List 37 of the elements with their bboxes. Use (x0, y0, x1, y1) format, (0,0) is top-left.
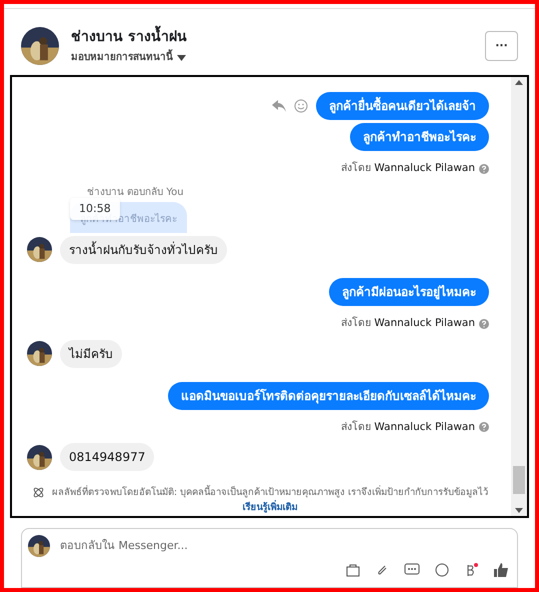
avatar-icon (21, 27, 59, 65)
reply-field[interactable]: ตอบกลับใน Messenger... (60, 538, 511, 555)
reply-label: ช่างบาน ตอบกลับ You (86, 186, 185, 200)
bag-icon[interactable] (346, 563, 360, 578)
avatar-icon (27, 444, 52, 470)
help-icon[interactable] (479, 164, 489, 174)
sender-label: ส่งโดย Wannaluck Pilawan (340, 161, 475, 176)
avatar-icon (27, 341, 52, 366)
contact-name: ช่างบาน รางน้ำฝน (71, 27, 485, 48)
message-bubble: 0814948977 (60, 443, 154, 472)
sender-label: ส่งโดย Wannaluck Pilawan (340, 316, 475, 331)
reply-icon[interactable] (272, 100, 286, 112)
reply-composer[interactable]: ตอบกลับใน Messenger... (21, 528, 518, 588)
learn-more-link[interactable]: เรียนรู้เพิ่มเติม (242, 502, 298, 514)
message-bubble: แอดมินขอเบอร์โทรติดต่อคุยรายละเอียดกับเซลล์ได้ไหมคะ (168, 382, 489, 410)
scroll-up-icon[interactable] (515, 80, 523, 85)
scroll-thumb[interactable] (513, 466, 525, 494)
message-bubble: ลูกค้ามีผ่อนอะไรอยู่ไหมคะ (329, 278, 489, 306)
scroll-down-icon[interactable] (515, 508, 523, 514)
paperclip-icon[interactable] (375, 563, 389, 578)
caret-icon[interactable] (177, 54, 186, 60)
notice-text: ผลลัพธ์ที่ตรวจพบโดยอัตโนมัติ: บุคคลนี้อาจเป็นลูกค้าเป้าหมายคุณภาพสูง เราจึงเพิ่มป้ายกำกับการรับข้อมูลไว้ เรียนรู้เพิ่มเติม (50, 485, 490, 516)
message-bubble: ลูกค้ายื่นซื้อคนเดียวได้เลยจ้า (316, 92, 489, 120)
avatar-icon (28, 535, 50, 558)
more-button[interactable]: ··· (485, 31, 518, 61)
help-icon[interactable] (479, 422, 489, 432)
message-bubble: รางน้ำฝนกับรับจ้างทั่วไปครับ (60, 236, 227, 264)
thumbs-up-icon[interactable] (493, 563, 509, 578)
help-icon[interactable] (479, 318, 489, 329)
avatar-icon (27, 237, 52, 262)
assign-dropdown[interactable]: มอบหมายการสนทนานี้ (71, 50, 173, 65)
message-bubble: ไม่มีครับ (60, 340, 122, 368)
message-bubble: ลูกค้าทำอาชีพอะไรคะ (350, 123, 489, 151)
chat-icon[interactable] (404, 563, 420, 578)
atom-icon (32, 486, 45, 500)
scrollbar[interactable] (511, 77, 527, 516)
sender-label: ส่งโดย Wannaluck Pilawan (340, 420, 475, 434)
